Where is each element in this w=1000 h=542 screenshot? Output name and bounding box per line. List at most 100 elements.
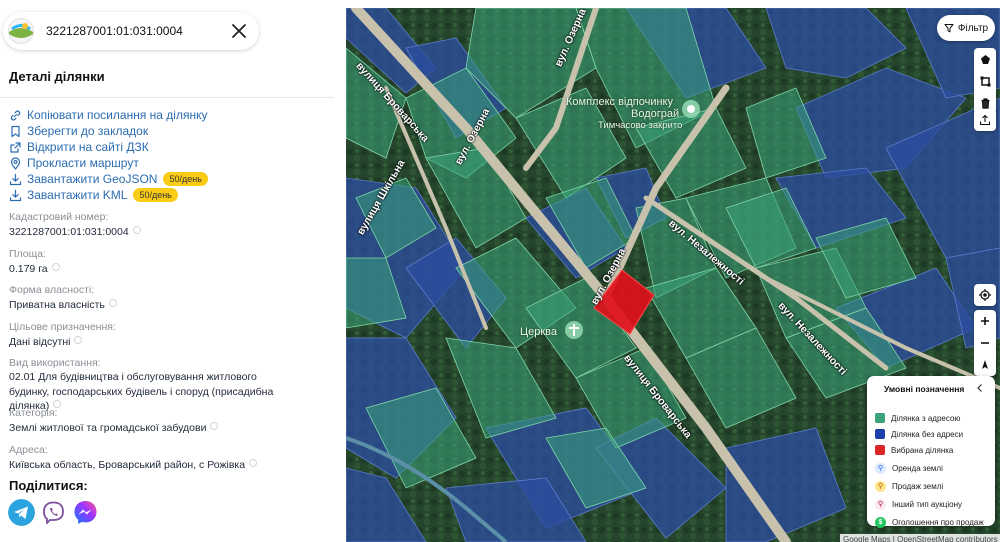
legend-item-sale: ⚲ Продаж землі	[875, 480, 943, 492]
action-label: Завантажити KML	[27, 188, 128, 202]
address-label: Адреса:	[9, 444, 48, 456]
upload-button[interactable]	[974, 109, 996, 131]
locate-button[interactable]	[974, 284, 996, 306]
auction-icon: ⚲	[875, 498, 886, 510]
search-bar[interactable]: 3221287001:01:031:0004	[3, 12, 259, 50]
download-kml-action[interactable]: Завантажити KML 50/день	[9, 187, 178, 203]
action-label: Відкрити на сайті ДЗК	[27, 140, 149, 154]
trash-icon	[981, 97, 989, 109]
chevron-left-icon[interactable]	[973, 381, 987, 395]
cadastral-number-value: 3221287001:01:031:0004	[9, 225, 334, 240]
resort-label: Комплекс відпочинку	[566, 96, 673, 108]
legend-item-rent: ⚲ Оренда землі	[875, 462, 943, 474]
church-label: Церква	[520, 326, 558, 338]
legend-item-with-address: Ділянка з адресою	[875, 412, 960, 424]
minus-icon	[981, 342, 989, 344]
copy-icon[interactable]	[108, 299, 117, 307]
rent-icon: ⚲	[875, 462, 886, 474]
category-label: Категорія:	[9, 407, 58, 419]
legend-label: Інший тип аукціону	[892, 499, 962, 509]
search-input[interactable]: 3221287001:01:031:0004	[46, 24, 183, 38]
address-value: Київська область, Броварський район, с Р…	[9, 458, 334, 473]
ownership-label: Форма власності:	[9, 284, 95, 296]
close-icon[interactable]	[229, 21, 249, 41]
filter-button[interactable]: Фільтр	[937, 15, 995, 41]
polygon-icon	[980, 54, 990, 64]
cadastral-map[interactable]: вулиця Броварська вулиця Броварська вули…	[346, 8, 1000, 542]
copy-icon[interactable]	[51, 263, 60, 271]
rectangle-icon	[980, 76, 990, 86]
legend-label: Оренда землі	[892, 463, 943, 473]
limit-badge: 50/день	[133, 188, 178, 202]
legend-item-other-auction: ⚲ Інший тип аукціону	[875, 498, 962, 510]
church-pin-icon[interactable]	[565, 321, 583, 339]
copy-icon[interactable]	[74, 336, 83, 344]
external-link-icon	[10, 141, 21, 153]
resort-status: Тимчасово закрито	[598, 120, 683, 131]
link-icon	[10, 110, 21, 120]
area-value: 0.179 га	[9, 262, 334, 277]
legend-label: Продаж землі	[892, 481, 944, 491]
resort-pin-icon[interactable]	[682, 100, 700, 118]
purpose-label: Цільове призначення:	[9, 321, 116, 333]
ownership-value: Приватна власність	[9, 298, 334, 313]
plus-icon	[981, 317, 989, 325]
action-label: Зберегти до закладок	[27, 124, 149, 138]
copy-link-action[interactable]: Копіювати посилання на ділянку	[9, 107, 207, 123]
bookmark-icon	[11, 125, 20, 137]
open-dzk-action[interactable]: Відкрити на сайті ДЗК	[9, 139, 149, 155]
legend-item-without-address: Ділянка без адреси	[875, 428, 963, 440]
action-label: Завантажити GeoJSON	[27, 172, 158, 186]
sale-icon: ⚲	[875, 480, 886, 492]
copy-icon[interactable]	[210, 422, 219, 430]
route-action[interactable]: Прокласти маршрут	[9, 155, 139, 171]
divider	[0, 97, 334, 98]
swatch-blue	[875, 429, 885, 439]
messenger-share-icon[interactable]	[72, 499, 99, 526]
area-label: Площа:	[9, 248, 47, 260]
compass-icon	[982, 360, 988, 369]
legend-label: Вибрана ділянка	[891, 445, 954, 455]
zoom-out-button[interactable]	[974, 332, 996, 354]
legend-item-selected: Вибрана ділянка	[875, 444, 953, 456]
legend-label: Ділянка без адреси	[891, 429, 964, 439]
reset-north-button[interactable]	[974, 354, 996, 376]
draw-polygon-tool[interactable]	[974, 48, 996, 70]
download-geojson-action[interactable]: Завантажити GeoJSON 50/день	[9, 171, 208, 187]
filter-label: Фільтр	[957, 22, 989, 34]
save-bookmark-action[interactable]: Зберегти до закладок	[9, 123, 148, 139]
filter-icon	[944, 24, 954, 33]
telegram-share-icon[interactable]	[8, 499, 35, 526]
download-icon	[9, 189, 22, 201]
zoom-control	[974, 310, 996, 376]
legend-label: Оголошення про продаж	[892, 517, 984, 527]
crosshair-icon	[979, 289, 991, 301]
viber-share-icon[interactable]	[40, 499, 67, 526]
copy-icon[interactable]	[132, 226, 141, 234]
action-label: Прокласти маршрут	[27, 156, 139, 170]
swatch-green	[875, 413, 885, 423]
locate-control	[974, 284, 996, 306]
details-title: Деталі ділянки	[9, 69, 105, 84]
map-attribution: Google Maps | OpenStreetMap contributors	[840, 534, 1000, 542]
cadastral-number-label: Кадастровий номер:	[9, 211, 109, 223]
category-value: Землі житлової та громадської забудови	[9, 421, 334, 436]
legend-item-announcement: $ Оголошення про продаж	[875, 516, 984, 528]
legend-title: Умовні позначення	[884, 384, 965, 394]
copy-icon[interactable]	[249, 459, 258, 467]
action-label: Копіювати посилання на ділянку	[27, 108, 208, 122]
zoom-in-button[interactable]	[974, 310, 996, 332]
share-title: Поділитися:	[9, 478, 88, 493]
announcement-icon: $	[875, 516, 886, 528]
legend-label: Ділянка з адресою	[891, 413, 961, 423]
legend-panel: Умовні позначення Ділянка з адресою Діля…	[867, 376, 995, 528]
map-pin-icon	[10, 156, 21, 170]
usage-type-label: Вид використання:	[9, 357, 101, 369]
upload-icon	[979, 114, 991, 126]
resort-label-2: Водограй	[631, 108, 680, 120]
draw-rectangle-tool[interactable]	[974, 70, 996, 92]
limit-badge: 50/день	[163, 172, 208, 186]
parcel-details-panel: 3221287001:01:031:0004 Деталі ділянки Ко…	[0, 0, 346, 542]
draw-toolbar	[974, 48, 996, 114]
purpose-value: Дані відсутні	[9, 335, 334, 350]
